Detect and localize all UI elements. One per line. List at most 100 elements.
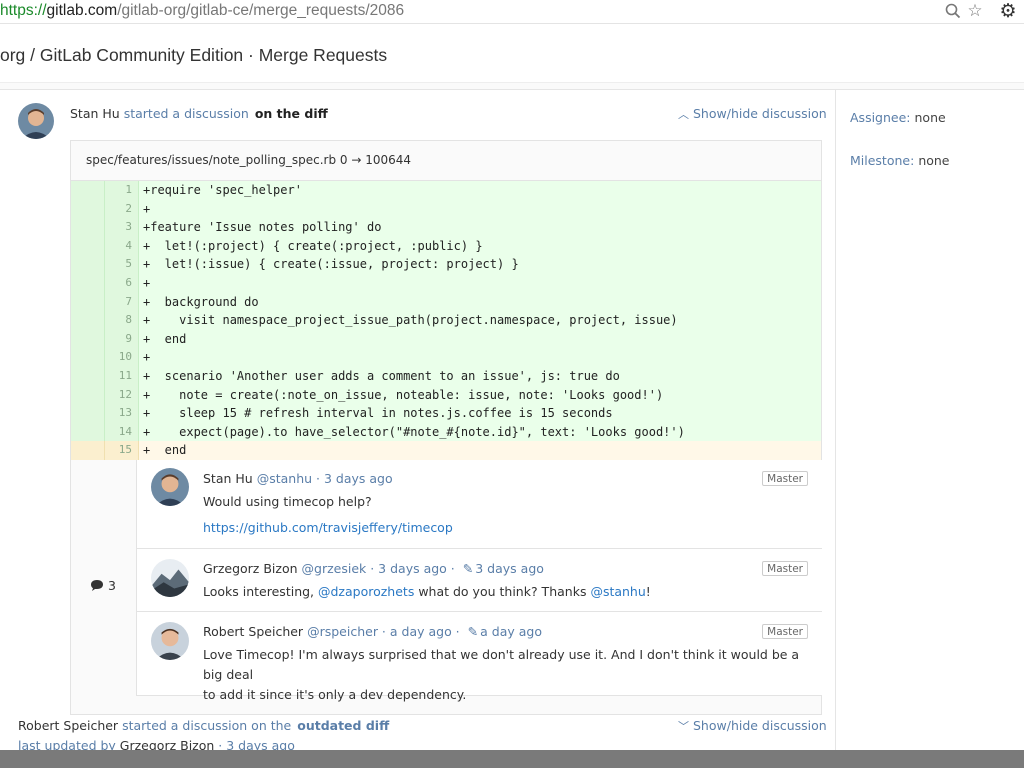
code-text: + scenario 'Another user adds a comment … [143,368,620,383]
new-line-number[interactable]: 11 [105,366,139,386]
old-line-number[interactable] [71,329,105,349]
notes-list: Stan Hu @stanhu · 3 days ago Master Would… [136,460,822,702]
diff-line[interactable]: 11 + scenario 'Another user adds a commen… [71,366,821,386]
note-edited-time[interactable]: a day ago [480,624,542,639]
note-header: Stan Hu @stanhu · 3 days ago [203,471,393,486]
avatar[interactable] [18,103,54,139]
note-body: Would using timecop help? https://github… [203,492,803,538]
chevron-down-icon: ﹀ [678,720,689,733]
code-text: + end [143,331,187,346]
old-line-number[interactable] [71,273,105,293]
avatar[interactable] [151,622,189,660]
diff-line[interactable]: 5 + let!(:issue) { create(:issue, project… [71,255,821,274]
new-line-number[interactable]: 6 [105,273,139,293]
old-line-number[interactable] [71,422,105,442]
sidebar-milestone[interactable]: Milestone: none [850,153,950,168]
browser-address-bar[interactable]: https://gitlab.com/gitlab-org/gitlab-ce/… [0,0,1024,24]
diff-line[interactable]: 14 + expect(page).to have_selector("#note… [71,422,821,442]
assignee-label: Assignee: [850,110,911,125]
new-line-number[interactable]: 7 [105,292,139,312]
show-hide-discussion-toggle[interactable]: ︿ Show/hide discussion [678,106,827,122]
note-header: Robert Speicher @rspeicher · a day ago · … [203,624,542,639]
diff-line[interactable]: 1 +require 'spec_helper' [71,181,821,200]
diff-line[interactable]: 12 + note = create(:note_on_issue, noteab… [71,385,821,405]
old-line-number[interactable] [71,181,105,200]
old-line-number[interactable] [71,348,105,367]
discussion-target[interactable]: on the diff [255,106,328,121]
gear-icon[interactable]: ⚙ [996,0,1020,22]
note-meta[interactable]: @rspeicher · a day ago · [307,624,460,639]
diff-line[interactable]: 13 + sleep 15 # refresh interval in notes… [71,404,821,423]
diff-line[interactable]: 9 + end [71,329,821,349]
discussion-action[interactable]: started a discussion on the [122,718,291,733]
new-line-number[interactable]: 13 [105,404,139,423]
new-line-number[interactable]: 3 [105,218,139,237]
diff-code-lines: 1 +require 'spec_helper' 2 +3 +feature 'Issu… [71,181,821,460]
discussion-author[interactable]: Stan Hu [70,106,120,121]
note-author[interactable]: Grzegorz Bizon [203,561,298,576]
diff-line[interactable]: 2 + [71,199,821,219]
new-line-number[interactable]: 1 [105,181,139,200]
note-author[interactable]: Robert Speicher [203,624,303,639]
diff-line[interactable]: 3 +feature 'Issue notes polling' do [71,218,821,237]
diff-line[interactable]: 15 + end [71,441,821,460]
old-line-number[interactable] [71,385,105,405]
old-line-number[interactable] [71,366,105,386]
note-meta[interactable]: @stanhu · 3 days ago [257,471,393,486]
diff-line[interactable]: 8 + visit namespace_project_issue_path(pr… [71,311,821,330]
note-body: Looks interesting, @dzaporozhets what do… [203,582,803,602]
avatar[interactable] [151,559,189,597]
code-text: + let!(:issue) { create(:issue, project:… [143,257,519,272]
new-line-number[interactable]: 4 [105,236,139,256]
avatar[interactable] [151,468,189,506]
pencil-icon: ✎ [467,624,479,639]
toggle-label: Show/hide discussion [693,718,827,733]
new-line-number[interactable]: 12 [105,385,139,405]
diff-line[interactable]: 7 + background do [71,292,821,312]
old-line-number[interactable] [71,255,105,274]
note-author[interactable]: Stan Hu [203,471,253,486]
mention-link[interactable]: @dzaporozhets [318,584,414,599]
comment-count-value: 3 [107,578,116,593]
note-text: to add it since it's only a dev dependen… [203,687,467,702]
magnifier-icon[interactable] [942,0,964,22]
discussion-target[interactable]: outdated diff [297,718,389,733]
old-line-number[interactable] [71,441,105,460]
star-icon[interactable]: ☆ [964,0,986,22]
diff-line[interactable]: 10 + [71,348,821,367]
discussion-header: Robert Speicher started a discussion on t… [18,718,389,733]
url-path: /gitlab-org/gitlab-ce/merge_requests/208… [117,2,405,19]
old-line-number[interactable] [71,292,105,312]
new-line-number[interactable]: 14 [105,422,139,442]
diff-line[interactable]: 4 + let!(:project) { create(:project, :pu… [71,236,821,256]
new-line-number[interactable]: 10 [105,348,139,367]
show-hide-discussion-toggle[interactable]: ﹀ Show/hide discussion [678,718,827,734]
new-line-number[interactable]: 8 [105,311,139,330]
comment-count[interactable]: 3 [90,578,116,593]
discussion-action[interactable]: started a discussion [124,106,249,121]
new-line-number[interactable]: 5 [105,255,139,274]
code-text: + [143,350,151,365]
new-line-number[interactable]: 15 [105,441,139,460]
note-text: what do you think? Thanks [414,584,591,599]
old-line-number[interactable] [71,311,105,330]
old-line-number[interactable] [71,236,105,256]
timecop-link[interactable]: https://github.com/travisjeffery/timecop [203,518,803,538]
old-line-number[interactable] [71,199,105,219]
role-badge: Master [762,624,808,639]
new-line-number[interactable]: 2 [105,199,139,219]
diff-line[interactable]: 6 + [71,273,821,293]
note-body: Love Timecop! I'm always surprised that … [203,645,803,705]
code-text: + background do [143,294,259,309]
note-edited-time[interactable]: 3 days ago [475,561,544,576]
discussion-author[interactable]: Robert Speicher [18,718,118,733]
old-line-number[interactable] [71,218,105,237]
sidebar-assignee[interactable]: Assignee: none [850,110,946,125]
old-line-number[interactable] [71,404,105,423]
new-line-number[interactable]: 9 [105,329,139,349]
url-host: gitlab.com [46,2,118,19]
note-meta[interactable]: @grzesiek · 3 days ago · [302,561,455,576]
url-text[interactable]: https://gitlab.com/gitlab-org/gitlab-ce/… [0,2,404,20]
diff-file-header[interactable]: spec/features/issues/note_polling_spec.r… [71,141,821,181]
mention-link[interactable]: @stanhu [590,584,645,599]
